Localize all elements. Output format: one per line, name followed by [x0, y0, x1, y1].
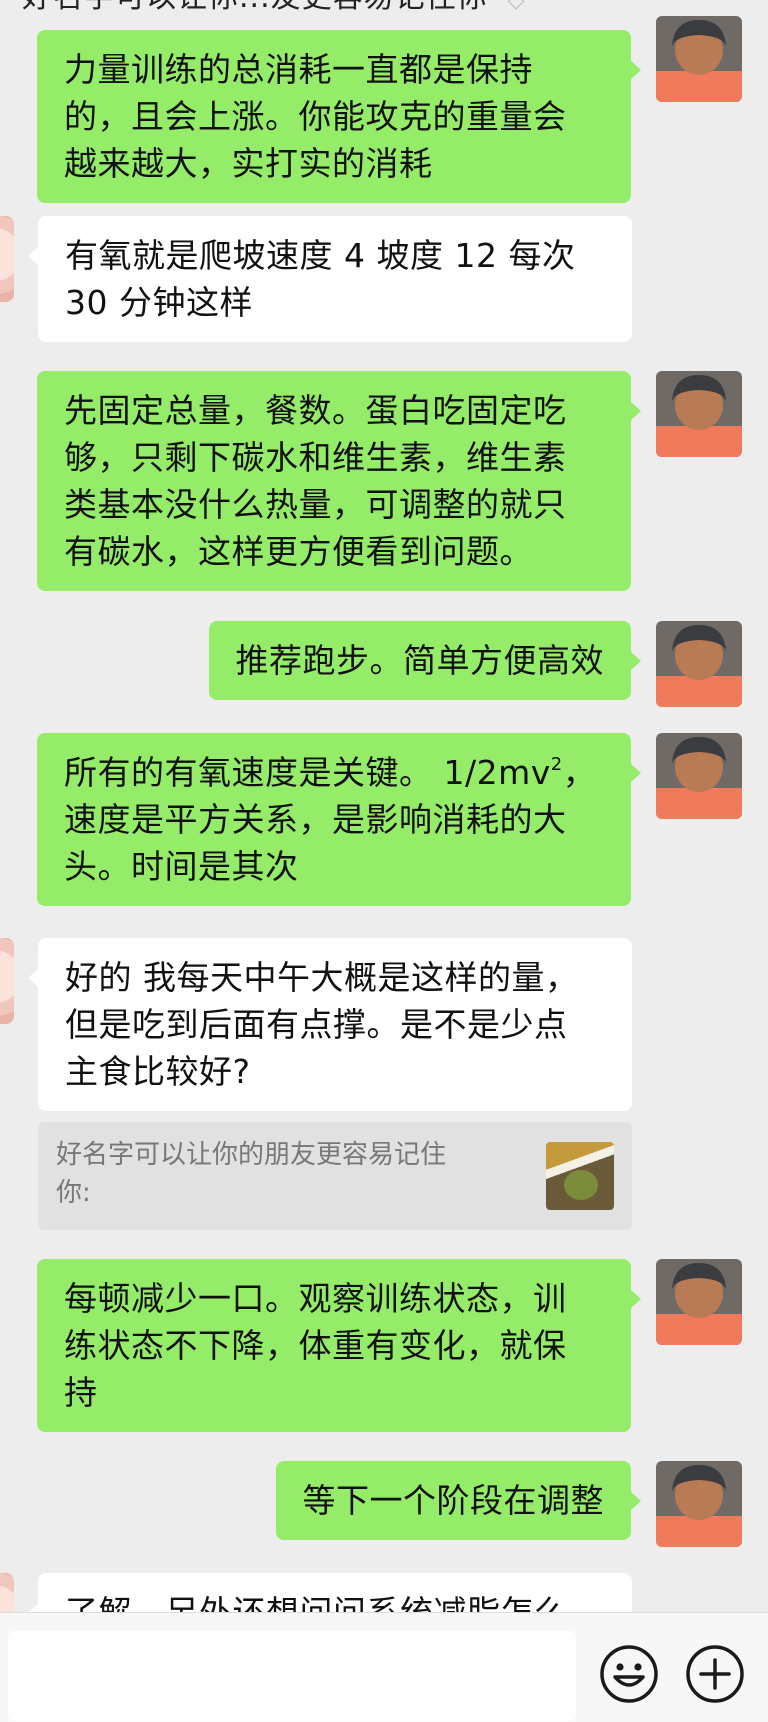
- plus-circle-icon[interactable]: [684, 1643, 746, 1705]
- message-line: 的，且会上涨。你能攻克的重量会: [64, 97, 567, 136]
- avatar-self[interactable]: [656, 371, 742, 457]
- message-line: 够，只剩下碳水和维生素，维生素: [64, 438, 567, 477]
- message-bubble-sent[interactable]: 等下一个阶段在调整: [275, 1461, 641, 1540]
- message-line: 每顿减少一口。观察训练状态，训: [64, 1279, 567, 1318]
- avatar-image: [656, 1259, 742, 1345]
- quote-line: 你:: [56, 1178, 91, 1208]
- message-line: 练状态不下降，体重有变化，就保: [64, 1326, 567, 1365]
- message-line: 速度是平方关系，是影响消耗的大: [64, 800, 567, 839]
- chevron-icon: ◇: [507, 0, 526, 13]
- smiley-face-icon[interactable]: [598, 1643, 660, 1705]
- message-input[interactable]: [8, 1631, 576, 1721]
- message-line: 有氧就是爬坡速度 4 坡度 12 每次: [65, 236, 576, 275]
- message-line: 推荐跑步。简单方便高效: [235, 641, 604, 680]
- message-bubble-sent[interactable]: 所有的有氧速度是关键。 1/2mv2， 速度是平方关系，是影响消耗的大 头。时间…: [37, 733, 641, 906]
- message-bubble-received[interactable]: 好的 我每天中午大概是这样的量， 但是吃到后面有点撑。是不是少点 主食比较好?: [28, 938, 632, 1111]
- message-line: 但是吃到后面有点撑。是不是少点: [65, 1005, 568, 1044]
- quote-image-thumbnail[interactable]: [546, 1142, 614, 1210]
- message-line-with-formula: 所有的有氧速度是关键。 1/2mv2，: [64, 749, 604, 796]
- message-bubble-sent[interactable]: 力量训练的总消耗一直都是保持 的，且会上涨。你能攻克的重量会 越来越大，实打实的…: [37, 30, 641, 203]
- avatar-self[interactable]: [656, 621, 742, 707]
- avatar-contact[interactable]: [0, 938, 14, 1024]
- quote-line: 好名字可以让你的朋友更容易记住: [56, 1140, 447, 1170]
- message-line: 力量训练的总消耗一直都是保持: [64, 50, 533, 89]
- chat-input-bar: [0, 1612, 768, 1722]
- avatar-self[interactable]: [656, 1259, 742, 1345]
- message-bubble-received[interactable]: 了解，另外还想问问系统减脂怎么: [28, 1573, 632, 1612]
- message-line: 30 分钟这样: [65, 283, 253, 322]
- message-line: 持: [64, 1373, 98, 1412]
- message-line: 头。时间是其次: [64, 847, 299, 886]
- avatar-self[interactable]: [656, 1461, 742, 1547]
- message-bubble-sent[interactable]: 每顿减少一口。观察训练状态，训 练状态不下降，体重有变化，就保 持: [37, 1259, 641, 1432]
- message-line: 越来越大，实打实的消耗: [64, 144, 433, 183]
- message-line: 等下一个阶段在调整: [302, 1481, 604, 1520]
- message-line: 主食比较好?: [65, 1052, 251, 1091]
- avatar-self[interactable]: [656, 16, 742, 102]
- chat-header-partial: 好名字可以让你...友更容易记住你 ◇: [0, 0, 768, 15]
- avatar-image: [656, 1461, 742, 1547]
- superscript: 2: [550, 754, 563, 775]
- message-line: 先固定总量，餐数。蛋白吃固定吃: [64, 391, 567, 430]
- avatar-image: [656, 733, 742, 819]
- chat-area[interactable]: 好名字可以让你...友更容易记住你 ◇ 力量训练的总消耗一直都是保持 的，且会上涨…: [0, 0, 768, 1612]
- avatar-contact[interactable]: [0, 1573, 14, 1612]
- avatar-image: [656, 16, 742, 102]
- message-line: 好的 我每天中午大概是这样的量，: [65, 958, 579, 997]
- avatar-self[interactable]: [656, 733, 742, 819]
- message-line: 有碳水，这样更方便看到问题。: [64, 532, 533, 571]
- message-bubble-received[interactable]: 有氧就是爬坡速度 4 坡度 12 每次 30 分钟这样: [28, 216, 632, 342]
- message-line: 类基本没什么热量，可调整的就只: [64, 485, 567, 524]
- punctuation: ，: [562, 753, 597, 792]
- message-bubble-sent[interactable]: 推荐跑步。简单方便高效: [208, 621, 641, 700]
- formula-text: 所有的有氧速度是关键。 1/2mv: [64, 753, 551, 792]
- header-title: 好名字可以让你...友更容易记住你: [22, 0, 488, 15]
- message-bubble-sent[interactable]: 先固定总量，餐数。蛋白吃固定吃 够，只剩下碳水和维生素，维生素 类基本没什么热量…: [37, 371, 641, 591]
- avatar-image: [656, 371, 742, 457]
- avatar-contact[interactable]: [0, 216, 14, 302]
- quoted-message[interactable]: 好名字可以让你的朋友更容易记住 你:: [38, 1122, 632, 1230]
- message-line: 了解，另外还想问问系统减脂怎么: [65, 1589, 605, 1612]
- avatar-image: [656, 621, 742, 707]
